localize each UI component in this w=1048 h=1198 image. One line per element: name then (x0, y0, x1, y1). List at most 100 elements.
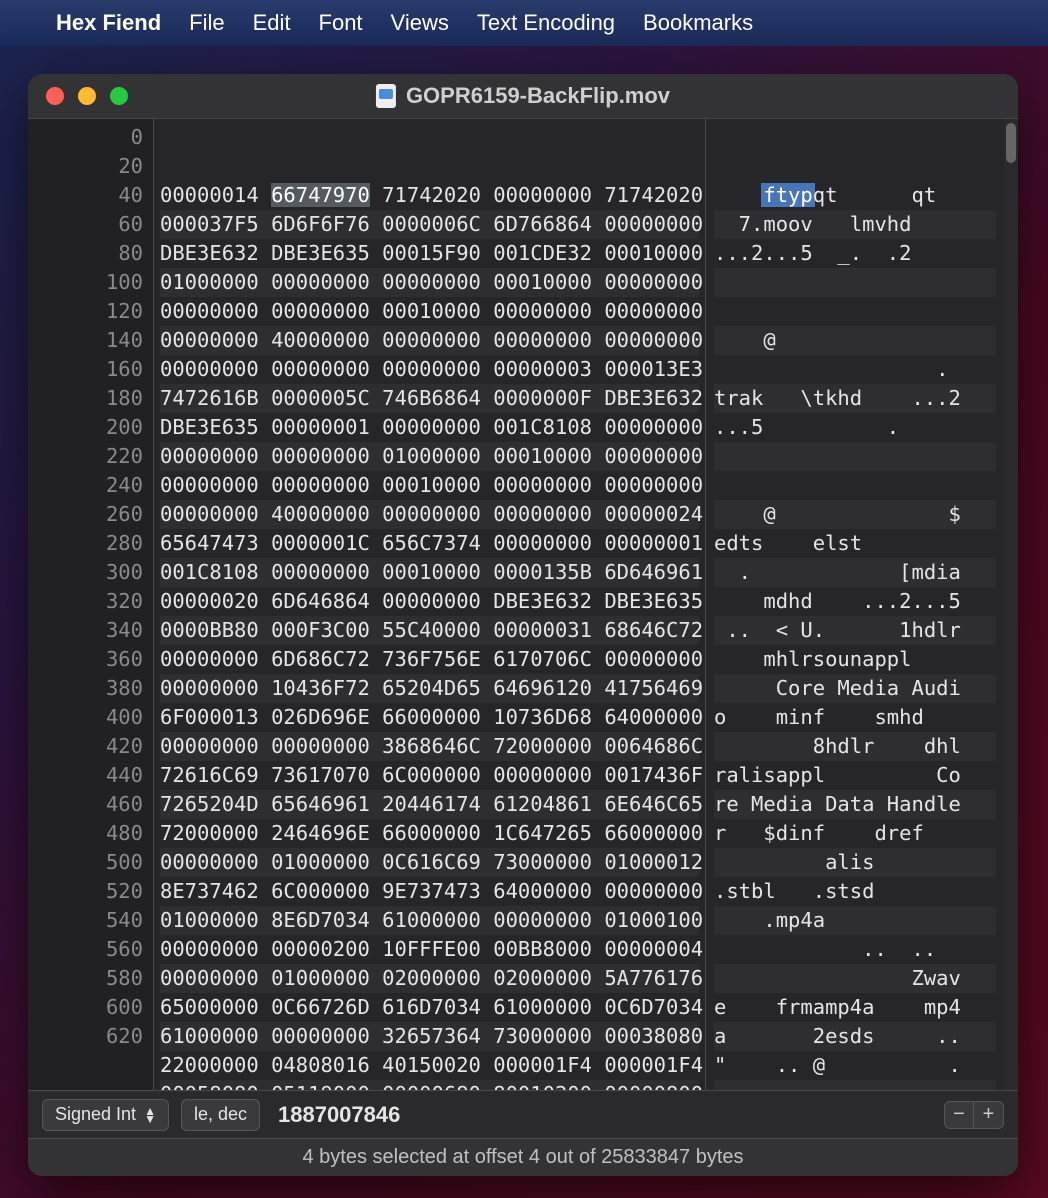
hex-row[interactable]: 000037F5 6D6F6F76 0000006C 6D766864 0000… (160, 210, 699, 239)
ascii-row[interactable]: .mp4a (714, 906, 996, 935)
menu-edit[interactable]: Edit (253, 10, 291, 36)
document-window: GOPR6159-BackFlip.mov 020406080100120140… (28, 74, 1018, 1176)
hex-row[interactable]: 7265204D 65646961 20446174 61204861 6E64… (160, 790, 699, 819)
hex-row[interactable]: 00000000 10436F72 65204D65 64696120 4175… (160, 674, 699, 703)
ascii-row[interactable]: 7.moov lmvhd (714, 210, 996, 239)
ascii-row[interactable]: Core Media Audi (714, 674, 996, 703)
ascii-row[interactable]: . [mdia (714, 558, 996, 587)
vertical-scrollbar[interactable] (1004, 119, 1018, 1090)
menu-app-name[interactable]: Hex Fiend (56, 10, 161, 36)
ascii-row[interactable] (714, 297, 996, 326)
zoom-button[interactable] (110, 87, 128, 105)
hex-row[interactable]: 001C8108 00000000 00010000 0000135B 6D64… (160, 558, 699, 587)
hex-row[interactable]: 00000000 40000000 00000000 00000000 0000… (160, 500, 699, 529)
hex-row[interactable]: 00000020 6D646864 00000000 DBE3E632 DBE3… (160, 587, 699, 616)
menu-views[interactable]: Views (391, 10, 449, 36)
offset-cell: 80 (32, 239, 143, 268)
hex-row[interactable]: 8E737462 6C000000 9E737473 64000000 0000… (160, 877, 699, 906)
hex-row[interactable]: 0000BB80 000F3C00 55C40000 00000031 6864… (160, 616, 699, 645)
offset-cell: 480 (32, 819, 143, 848)
ascii-row[interactable]: .. . (714, 1080, 996, 1090)
hex-row[interactable]: DBE3E632 DBE3E635 00015F90 001CDE32 0001… (160, 239, 699, 268)
ascii-row[interactable]: @ (714, 326, 996, 355)
hex-row[interactable]: 61000000 00000000 32657364 73000000 0003… (160, 1022, 699, 1051)
hex-row[interactable]: DBE3E635 00000001 00000000 001C8108 0000… (160, 413, 699, 442)
offset-cell: 240 (32, 471, 143, 500)
format-selector[interactable]: le, dec (181, 1099, 260, 1131)
hex-row[interactable]: 72000000 2464696E 66000000 1C647265 6600… (160, 819, 699, 848)
menu-text-encoding[interactable]: Text Encoding (477, 10, 615, 36)
hex-row[interactable]: 01000000 8E6D7034 61000000 00000000 0100… (160, 906, 699, 935)
ascii-row[interactable] (714, 471, 996, 500)
offset-cell: 400 (32, 703, 143, 732)
hex-row[interactable]: 00000000 00000000 00000000 00000003 0000… (160, 355, 699, 384)
offset-cell: 20 (32, 152, 143, 181)
offset-cell: 100 (32, 268, 143, 297)
hex-editor[interactable]: 0204060801001201401601802002202402602803… (28, 118, 1018, 1090)
menu-bookmarks[interactable]: Bookmarks (643, 10, 753, 36)
menu-font[interactable]: Font (319, 10, 363, 36)
ascii-row[interactable]: ...2...5 _. .2 (714, 239, 996, 268)
window-title: GOPR6159-BackFlip.mov (376, 83, 670, 109)
hex-row[interactable]: 00000014 66747970 71742020 00000000 7174… (160, 181, 699, 210)
hex-row[interactable]: 00000000 6D686C72 736F756E 6170706C 0000… (160, 645, 699, 674)
hex-row[interactable]: 00000000 00000000 01000000 00010000 0000… (160, 442, 699, 471)
hex-row[interactable]: 6F000013 026D696E 66000000 10736D68 6400… (160, 703, 699, 732)
ascii-row[interactable]: .. < U. 1hdlr (714, 616, 996, 645)
ascii-row[interactable]: ...5 . (714, 413, 996, 442)
offset-cell: 220 (32, 442, 143, 471)
minimize-button[interactable] (78, 87, 96, 105)
ascii-row[interactable]: mhlrsounappl (714, 645, 996, 674)
ascii-row[interactable]: alis (714, 848, 996, 877)
minus-button[interactable]: − (944, 1101, 974, 1129)
menu-file[interactable]: File (189, 10, 224, 36)
ascii-row[interactable]: re Media Data Handle (714, 790, 996, 819)
ascii-row[interactable] (714, 442, 996, 471)
plus-button[interactable]: + (974, 1101, 1004, 1129)
offset-cell: 120 (32, 297, 143, 326)
ascii-row[interactable]: .stbl .stsd (714, 877, 996, 906)
ascii-row[interactable]: @ $ (714, 500, 996, 529)
hex-row[interactable]: 22000000 04808016 40150020 000001F4 0000… (160, 1051, 699, 1080)
hex-row[interactable]: 00000000 00000000 00010000 00000000 0000… (160, 471, 699, 500)
close-button[interactable] (46, 87, 64, 105)
hex-row[interactable]: 00000000 40000000 00000000 00000000 0000… (160, 326, 699, 355)
ascii-row[interactable]: .. .. (714, 935, 996, 964)
offset-cell: 380 (32, 674, 143, 703)
ascii-row[interactable]: a 2esds .. (714, 1022, 996, 1051)
hex-row[interactable]: 00000000 00000000 3868646C 72000000 0064… (160, 732, 699, 761)
titlebar[interactable]: GOPR6159-BackFlip.mov (28, 74, 1018, 118)
hex-row[interactable]: 72616C69 73617070 6C000000 00000000 0017… (160, 761, 699, 790)
hex-row[interactable]: 00000000 01000000 0C616C69 73000000 0100… (160, 848, 699, 877)
hex-row[interactable]: 7472616B 0000005C 746B6864 0000000F DBE3… (160, 384, 699, 413)
type-selector[interactable]: Signed Int ▲▼ (42, 1099, 169, 1131)
offset-cell: 300 (32, 558, 143, 587)
hex-row[interactable]: 65000000 0C66726D 616D7034 61000000 0C6D… (160, 993, 699, 1022)
ascii-row[interactable]: " .. @ . (714, 1051, 996, 1080)
hex-row[interactable]: 00000000 00000000 00010000 00000000 0000… (160, 297, 699, 326)
ascii-row[interactable]: ftypqt qt (714, 181, 996, 210)
scroll-thumb[interactable] (1006, 123, 1016, 163)
ascii-row[interactable]: Zwav (714, 964, 996, 993)
ascii-row[interactable]: . (714, 355, 996, 384)
ascii-row[interactable]: trak \tkhd ...2 (714, 384, 996, 413)
hex-row[interactable]: 01000000 00000000 00000000 00010000 0000… (160, 268, 699, 297)
hex-row[interactable]: 00058080 05119000 00000680 80010200 0000… (160, 1080, 699, 1090)
offset-cell: 280 (32, 529, 143, 558)
offset-cell: 500 (32, 848, 143, 877)
ascii-row[interactable]: e frmamp4a mp4 (714, 993, 996, 1022)
ascii-row[interactable]: o minf smhd (714, 703, 996, 732)
hex-row[interactable]: 00000000 01000000 02000000 02000000 5A77… (160, 964, 699, 993)
ascii-row[interactable]: ralisappl Co (714, 761, 996, 790)
hex-row[interactable]: 00000000 00000200 10FFFE00 00BB8000 0000… (160, 935, 699, 964)
offset-cell: 320 (32, 587, 143, 616)
ascii-row[interactable]: 8hdlr dhl (714, 732, 996, 761)
hex-row[interactable]: 65647473 0000001C 656C7374 00000000 0000… (160, 529, 699, 558)
ascii-column[interactable]: ftypqt qt 7.moov lmvhd ...2...5 _. .2 @ … (706, 119, 1004, 1090)
ascii-row[interactable]: mdhd ...2...5 (714, 587, 996, 616)
ascii-row[interactable]: edts elst (714, 529, 996, 558)
ascii-row[interactable] (714, 268, 996, 297)
status-bar: 4 bytes selected at offset 4 out of 2583… (28, 1138, 1018, 1176)
ascii-row[interactable]: r $dinf dref (714, 819, 996, 848)
hex-column[interactable]: 00000014 66747970 71742020 00000000 7174… (154, 119, 706, 1090)
